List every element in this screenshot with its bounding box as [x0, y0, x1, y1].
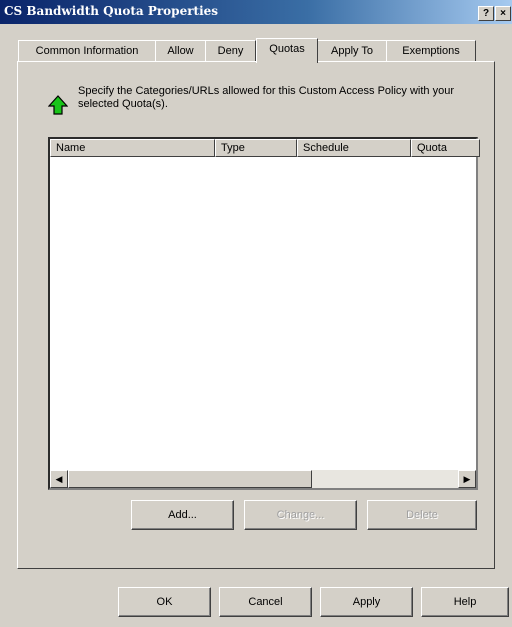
- list-header: Name Type Schedule Quota: [50, 139, 480, 157]
- quotas-list[interactable]: Name Type Schedule Quota ◀ ▶: [48, 137, 480, 490]
- tab-deny[interactable]: Deny: [205, 40, 256, 61]
- tab-common-information[interactable]: Common Information: [18, 40, 156, 61]
- change-button[interactable]: Change...: [244, 500, 357, 530]
- title-bar[interactable]: CS Bandwidth Quota Properties ? ×: [0, 0, 512, 24]
- column-header-quota[interactable]: Quota: [411, 139, 480, 157]
- column-header-name[interactable]: Name: [50, 139, 215, 157]
- horizontal-scrollbar[interactable]: ◀ ▶: [50, 470, 476, 488]
- apply-button[interactable]: Apply: [320, 587, 413, 617]
- green-up-arrow-icon: [48, 95, 68, 115]
- close-icon[interactable]: ×: [495, 6, 511, 21]
- scroll-right-arrow-icon[interactable]: ▶: [458, 470, 476, 488]
- delete-button[interactable]: Delete: [367, 500, 477, 530]
- scroll-left-arrow-icon[interactable]: ◀: [50, 470, 68, 488]
- column-header-schedule[interactable]: Schedule: [297, 139, 411, 157]
- tab-quotas[interactable]: Quotas: [256, 38, 318, 63]
- quotas-description: Specify the Categories/URLs allowed for …: [78, 85, 454, 110]
- column-header-type[interactable]: Type: [215, 139, 297, 157]
- tab-apply-to[interactable]: Apply To: [317, 40, 387, 61]
- tab-exemptions[interactable]: Exemptions: [386, 40, 476, 61]
- window-title: CS Bandwidth Quota Properties: [4, 4, 219, 18]
- help-button[interactable]: Help: [421, 587, 509, 617]
- cancel-button[interactable]: Cancel: [219, 587, 312, 617]
- tab-allow[interactable]: Allow: [155, 40, 206, 61]
- add-button[interactable]: Add...: [131, 500, 234, 530]
- help-icon[interactable]: ?: [478, 6, 494, 21]
- ok-button[interactable]: OK: [118, 587, 211, 617]
- scrollbar-thumb[interactable]: [68, 470, 312, 488]
- properties-dialog: CS Bandwidth Quota Properties ? × Common…: [0, 0, 512, 627]
